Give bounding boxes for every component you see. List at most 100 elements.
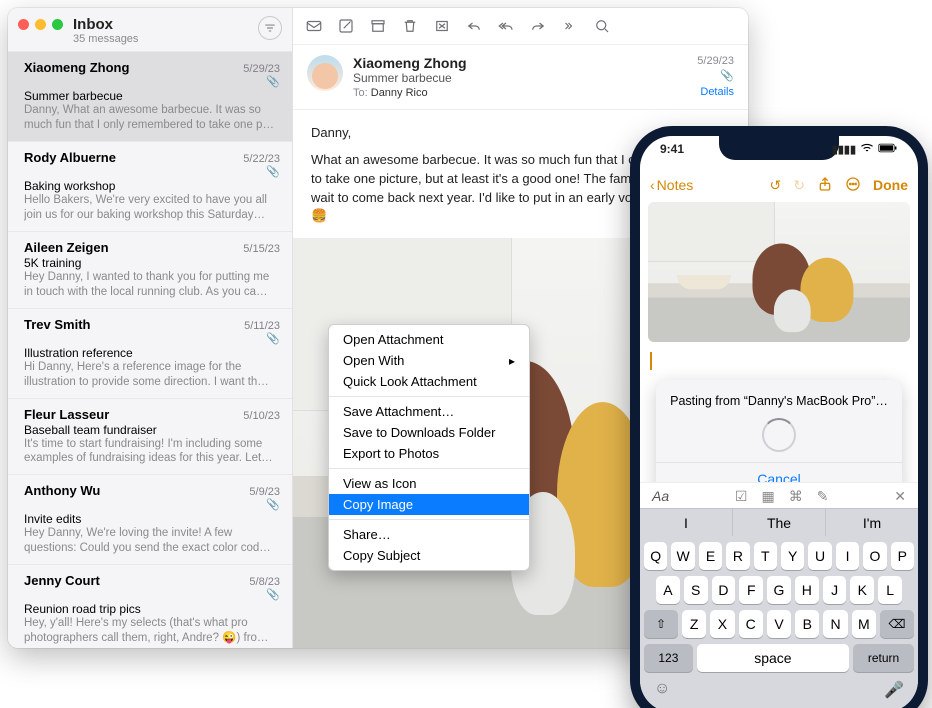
key-f[interactable]: F bbox=[739, 576, 763, 604]
message-row[interactable]: Aileen Zeigen5/15/235K trainingHey Danny… bbox=[8, 231, 292, 308]
menu-item[interactable]: Copy Image bbox=[329, 494, 529, 515]
key-a[interactable]: A bbox=[656, 576, 680, 604]
menu-item[interactable]: Save to Downloads Folder bbox=[329, 422, 529, 443]
key-d[interactable]: D bbox=[712, 576, 736, 604]
menu-item[interactable]: Quick Look Attachment bbox=[329, 371, 529, 392]
archive-icon[interactable] bbox=[363, 13, 393, 39]
key-u[interactable]: U bbox=[808, 542, 831, 570]
shift-key[interactable]: ⇧ bbox=[644, 610, 678, 638]
filter-icon[interactable] bbox=[258, 16, 282, 40]
note-pasted-image[interactable] bbox=[648, 202, 910, 342]
forward-icon[interactable] bbox=[523, 13, 553, 39]
key-r[interactable]: R bbox=[726, 542, 749, 570]
predictive-bar[interactable]: ITheI'm bbox=[640, 508, 918, 537]
key-w[interactable]: W bbox=[671, 542, 694, 570]
key-v[interactable]: V bbox=[767, 610, 791, 638]
compose-icon[interactable] bbox=[331, 13, 361, 39]
key-y[interactable]: Y bbox=[781, 542, 804, 570]
message-row[interactable]: Trev Smith5/11/23📎Illustration reference… bbox=[8, 308, 292, 398]
checklist-icon[interactable]: ☑︎ bbox=[735, 488, 748, 505]
close-window-dot[interactable] bbox=[18, 19, 29, 30]
more-icon[interactable] bbox=[555, 13, 585, 39]
msg-subject: Illustration reference bbox=[24, 346, 280, 360]
format-aa[interactable]: Aa bbox=[652, 488, 669, 504]
message-row[interactable]: Fleur Lasseur5/10/23Baseball team fundra… bbox=[8, 398, 292, 475]
junk-icon[interactable] bbox=[427, 13, 457, 39]
message-list-sidebar: Inbox 35 messages Xiaomeng Zhong5/29/23📎… bbox=[8, 8, 293, 648]
trash-icon[interactable] bbox=[395, 13, 425, 39]
reply-icon[interactable] bbox=[459, 13, 489, 39]
mailbox-title: Inbox bbox=[73, 16, 258, 33]
menu-item[interactable]: Share… bbox=[329, 524, 529, 545]
message-row[interactable]: Xiaomeng Zhong5/29/23📎Summer barbecueDan… bbox=[8, 51, 292, 141]
key-x[interactable]: X bbox=[710, 610, 734, 638]
key-o[interactable]: O bbox=[863, 542, 886, 570]
dictation-key[interactable]: 🎤 bbox=[884, 680, 904, 700]
format-bar[interactable]: Aa ☑︎ ▦ ⌘ ✎ ✕ bbox=[640, 482, 918, 509]
context-menu[interactable]: Open AttachmentOpen With▸Quick Look Atta… bbox=[328, 324, 530, 571]
more-circle-icon[interactable] bbox=[845, 176, 861, 195]
undo-icon[interactable]: ↺ bbox=[770, 177, 782, 194]
menu-item[interactable]: Save Attachment… bbox=[329, 401, 529, 422]
key-z[interactable]: Z bbox=[682, 610, 706, 638]
menu-item[interactable]: Open Attachment bbox=[329, 329, 529, 350]
window-traffic-lights[interactable] bbox=[18, 19, 63, 30]
prediction[interactable]: The bbox=[733, 509, 826, 537]
msg-from: Jenny Court bbox=[24, 573, 100, 588]
close-format-icon[interactable]: ✕ bbox=[894, 488, 906, 505]
key-h[interactable]: H bbox=[795, 576, 819, 604]
reply-all-icon[interactable] bbox=[491, 13, 521, 39]
backspace-key[interactable]: ⌫ bbox=[880, 610, 914, 638]
key-n[interactable]: N bbox=[823, 610, 847, 638]
msg-preview: Hey Danny, We're loving the invite! A fe… bbox=[24, 526, 280, 556]
done-button[interactable]: Done bbox=[873, 177, 908, 193]
menu-item[interactable]: Export to Photos bbox=[329, 443, 529, 464]
prediction[interactable]: I'm bbox=[826, 509, 918, 537]
key-e[interactable]: E bbox=[699, 542, 722, 570]
message-row[interactable]: Jenny Court5/8/23📎Reunion road trip pics… bbox=[8, 564, 292, 648]
attachment-clip-icon: 📎 bbox=[697, 69, 734, 82]
spinner-icon bbox=[762, 418, 796, 452]
details-link[interactable]: Details bbox=[697, 86, 734, 98]
paste-progress-sheet: Pasting from “Danny's MacBook Pro”… Canc… bbox=[656, 380, 902, 497]
search-icon[interactable] bbox=[587, 13, 617, 39]
key-t[interactable]: T bbox=[754, 542, 777, 570]
zoom-window-dot[interactable] bbox=[52, 19, 63, 30]
draw-icon[interactable]: ✎ bbox=[817, 488, 829, 505]
key-q[interactable]: Q bbox=[644, 542, 667, 570]
return-key[interactable]: return bbox=[853, 644, 914, 672]
keyboard[interactable]: QWERTYUIOP ASDFGHJKL ⇧ZXCVBNM⌫ 123spaceretu… bbox=[640, 536, 918, 708]
redo-icon[interactable]: ↻ bbox=[793, 177, 805, 194]
envelope-icon[interactable] bbox=[299, 13, 329, 39]
wifi-icon bbox=[860, 143, 874, 156]
menu-item[interactable]: Open With▸ bbox=[329, 350, 529, 371]
numbers-key[interactable]: 123 bbox=[644, 644, 693, 672]
key-g[interactable]: G bbox=[767, 576, 791, 604]
sender-avatar[interactable] bbox=[307, 55, 343, 91]
message-list[interactable]: Xiaomeng Zhong5/29/23📎Summer barbecueDan… bbox=[8, 51, 292, 648]
camera-icon[interactable]: ⌘ bbox=[789, 488, 803, 505]
minimize-window-dot[interactable] bbox=[35, 19, 46, 30]
key-b[interactable]: B bbox=[795, 610, 819, 638]
menu-item[interactable]: View as Icon bbox=[329, 473, 529, 494]
key-c[interactable]: C bbox=[739, 610, 763, 638]
key-j[interactable]: J bbox=[823, 576, 847, 604]
message-row[interactable]: Anthony Wu5/9/23📎Invite editsHey Danny, … bbox=[8, 474, 292, 564]
key-i[interactable]: I bbox=[836, 542, 859, 570]
key-m[interactable]: M bbox=[852, 610, 876, 638]
msg-from: Xiaomeng Zhong bbox=[24, 60, 129, 75]
status-indicators: ▮▮▮▮ bbox=[832, 142, 898, 156]
key-l[interactable]: L bbox=[878, 576, 902, 604]
prediction[interactable]: I bbox=[640, 509, 733, 537]
table-icon[interactable]: ▦ bbox=[761, 488, 774, 505]
message-row[interactable]: Rody Albuerne5/22/23📎Baking workshopHell… bbox=[8, 141, 292, 231]
menu-item[interactable]: Copy Subject bbox=[329, 545, 529, 566]
key-p[interactable]: P bbox=[891, 542, 914, 570]
menu-item-label: Save Attachment… bbox=[343, 404, 454, 419]
emoji-key[interactable]: ☺ bbox=[654, 680, 670, 700]
share-icon[interactable] bbox=[817, 176, 833, 195]
key-s[interactable]: S bbox=[684, 576, 708, 604]
space-key[interactable]: space bbox=[697, 644, 849, 672]
key-k[interactable]: K bbox=[850, 576, 874, 604]
notes-back-button[interactable]: ‹ Notes bbox=[650, 177, 693, 193]
